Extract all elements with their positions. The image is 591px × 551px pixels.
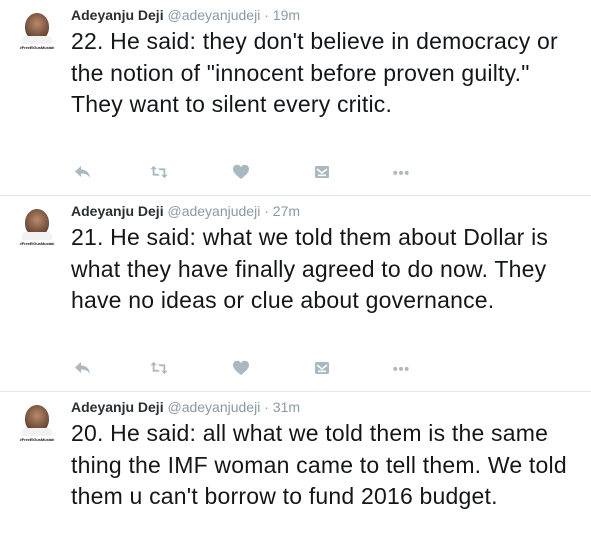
more-dots-icon[interactable] — [392, 359, 412, 379]
avatar-collar — [22, 232, 52, 240]
tweet-header: Adeyanju Deji @adeyanjudeji · 27m — [71, 202, 300, 220]
author-name[interactable]: Adeyanju Deji — [71, 399, 164, 415]
tweet[interactable]: #FreeElGusMustah Adeyanju Deji @adeyanju… — [0, 392, 591, 551]
tweet[interactable]: #FreeElGusMustah Adeyanju Deji @adeyanju… — [0, 196, 591, 392]
avatar-hashtag: #FreeElGusMustah — [19, 45, 55, 50]
avatar-collar — [22, 36, 52, 44]
direct-message-icon[interactable] — [313, 163, 333, 183]
author-name[interactable]: Adeyanju Deji — [71, 203, 164, 219]
tweet-text: 20. He said: all what we told them is th… — [71, 420, 567, 509]
avatar-hashtag: #FreeElGusMustah — [19, 437, 55, 442]
tweet-text: 21. He said: what we told them about Dol… — [71, 224, 549, 313]
separator: · — [264, 203, 269, 219]
heart-icon[interactable] — [232, 163, 252, 183]
retweet-icon[interactable] — [150, 163, 170, 183]
separator: · — [264, 399, 269, 415]
tweet-actions — [74, 163, 434, 183]
timestamp[interactable]: 27m — [273, 203, 300, 219]
author-handle[interactable]: @adeyanjudeji — [167, 7, 260, 23]
reply-icon[interactable] — [74, 163, 94, 183]
avatar[interactable]: #FreeElGusMustah — [16, 208, 58, 248]
tweet-header: Adeyanju Deji @adeyanjudeji · 19m — [71, 6, 300, 24]
heart-icon[interactable] — [232, 359, 252, 379]
avatar-hashtag: #FreeElGusMustah — [19, 241, 55, 246]
avatar-collar — [22, 428, 52, 436]
author-handle[interactable]: @adeyanjudeji — [167, 399, 260, 415]
timeline: #FreeElGusMustah Adeyanju Deji @adeyanju… — [0, 0, 591, 551]
avatar[interactable]: #FreeElGusMustah — [16, 12, 58, 52]
author-name[interactable]: Adeyanju Deji — [71, 7, 164, 23]
tweet-text: 22. He said: they don't believe in democ… — [71, 28, 558, 117]
retweet-icon[interactable] — [150, 359, 170, 379]
author-handle[interactable]: @adeyanjudeji — [167, 203, 260, 219]
tweet-actions — [74, 359, 434, 379]
timestamp[interactable]: 19m — [273, 7, 300, 23]
tweet-header: Adeyanju Deji @adeyanjudeji · 31m — [71, 398, 300, 416]
avatar[interactable]: #FreeElGusMustah — [16, 404, 58, 444]
direct-message-icon[interactable] — [313, 359, 333, 379]
timestamp[interactable]: 31m — [273, 399, 300, 415]
tweet[interactable]: #FreeElGusMustah Adeyanju Deji @adeyanju… — [0, 0, 591, 196]
separator: · — [264, 7, 269, 23]
more-dots-icon[interactable] — [392, 163, 412, 183]
reply-icon[interactable] — [74, 359, 94, 379]
